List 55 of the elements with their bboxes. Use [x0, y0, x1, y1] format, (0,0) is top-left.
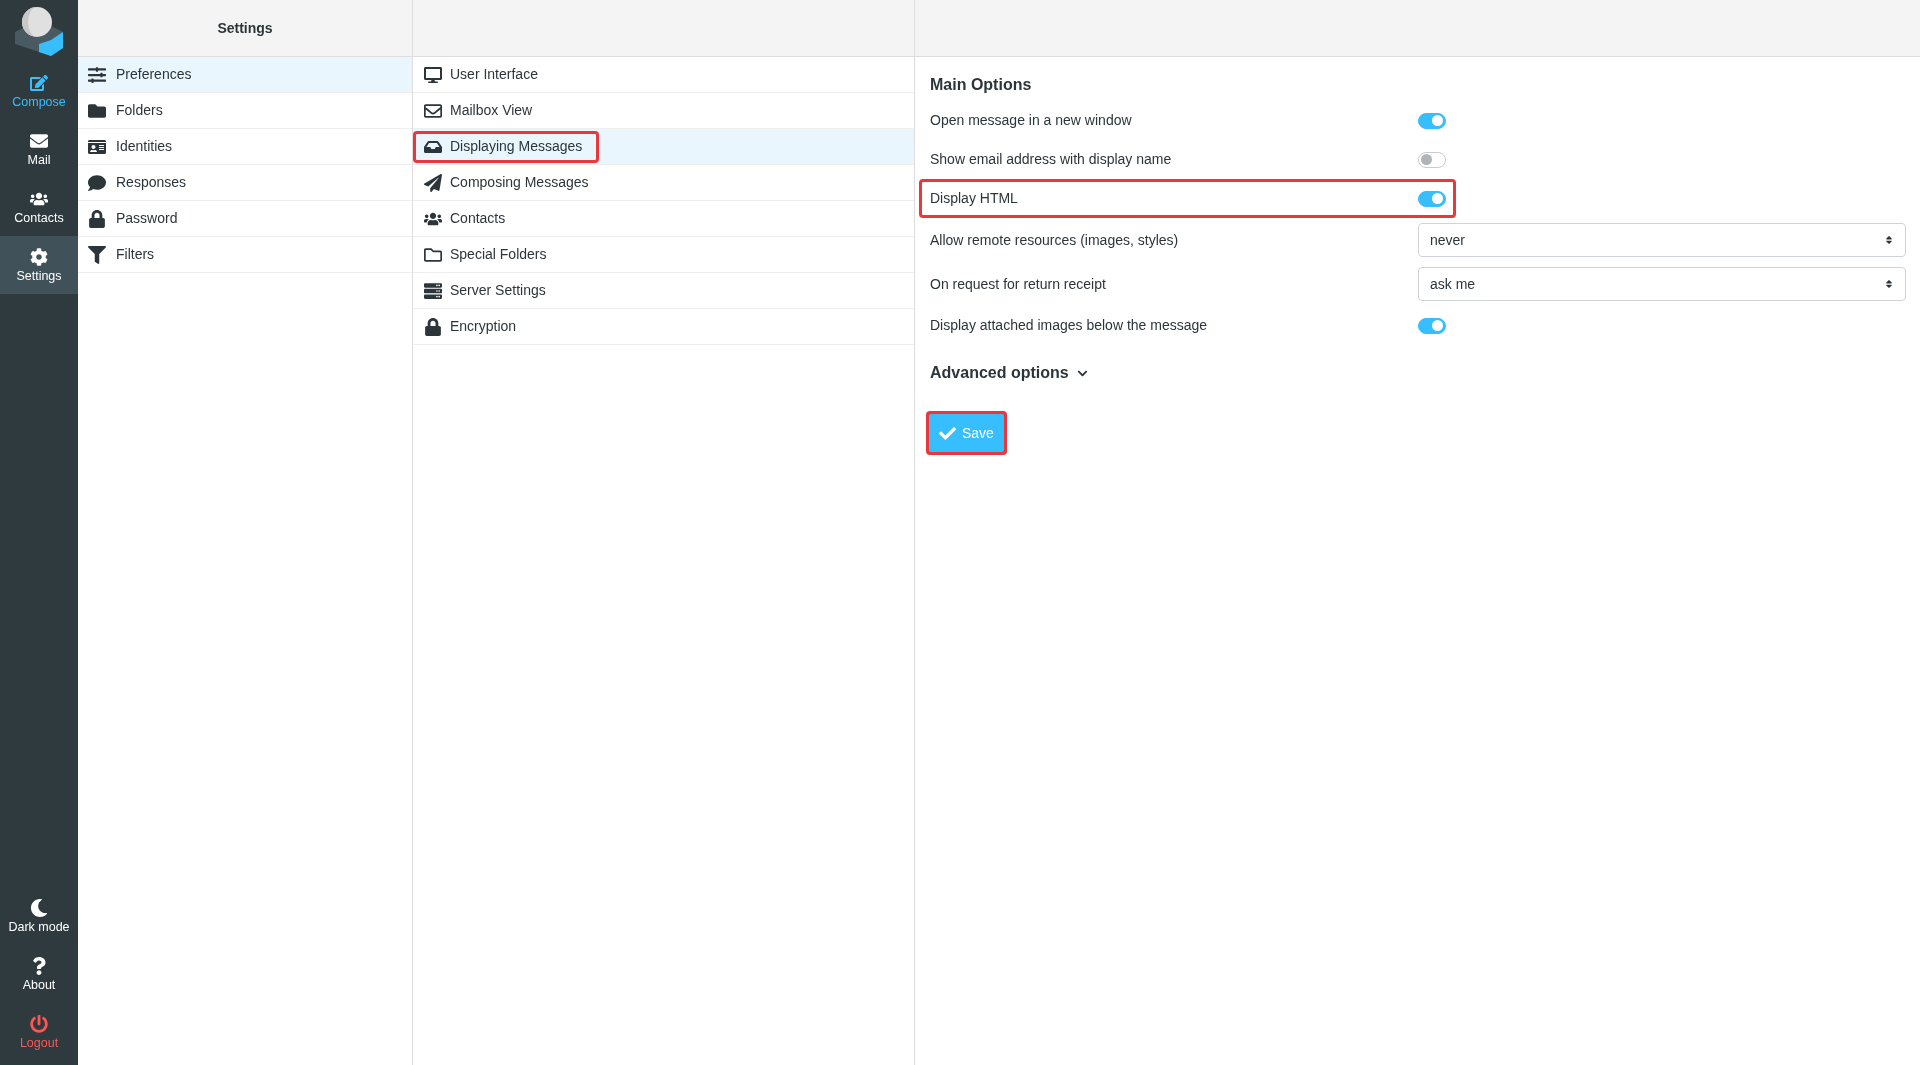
category-item[interactable]: Password — [78, 201, 412, 237]
folder-icon — [88, 101, 106, 120]
toggle-switch[interactable] — [1418, 190, 1446, 207]
id-card-icon — [88, 137, 106, 156]
toggle-switch[interactable] — [1418, 112, 1446, 129]
option-label: Show email address with display name — [930, 150, 1173, 169]
section-item[interactable]: Composing Messages — [413, 165, 914, 201]
nav-item[interactable]: Settings — [0, 236, 78, 294]
section-item[interactable]: Displaying Messages — [413, 129, 914, 165]
speech-bubble-icon — [88, 173, 106, 192]
toggle-switch[interactable] — [1418, 151, 1446, 168]
select-field[interactable]: ask me — [1418, 267, 1906, 301]
paper-plane-icon — [424, 173, 442, 192]
envelope-icon — [30, 131, 48, 150]
category-item[interactable]: Preferences — [78, 57, 412, 93]
server-icon — [424, 281, 442, 300]
settings-icon — [30, 247, 48, 266]
nav-item[interactable]: About — [0, 945, 78, 1003]
filter-icon — [88, 245, 106, 264]
section-item[interactable]: User Interface — [413, 57, 914, 93]
check-icon — [939, 424, 956, 442]
option-label: Open message in a new window — [930, 111, 1133, 130]
folder-icon — [424, 245, 442, 264]
toggle-switch[interactable] — [1418, 317, 1446, 334]
question-mark-icon — [30, 956, 48, 975]
moon-icon — [30, 898, 48, 917]
monitor-icon — [424, 65, 442, 84]
select-field[interactable]: never — [1418, 223, 1906, 257]
option-label: On request for return receipt — [930, 274, 1107, 294]
lock-icon — [88, 209, 106, 228]
advanced-options-toggle[interactable]: Advanced options — [930, 361, 1088, 385]
nav-item[interactable]: Logout — [0, 1003, 78, 1061]
section-heading: Main Options — [929, 75, 1033, 95]
nav-item[interactable]: Contacts — [0, 178, 78, 236]
category-item[interactable]: Responses — [78, 165, 412, 201]
nav-item[interactable]: Mail — [0, 120, 78, 178]
lock-icon — [424, 317, 442, 336]
panel-title: Settings — [217, 18, 273, 38]
sort-arrows-icon — [1884, 279, 1894, 289]
section-item[interactable]: Server Settings — [413, 273, 914, 309]
nav-item[interactable]: Compose — [0, 62, 78, 120]
category-item[interactable]: Identities — [78, 129, 412, 165]
nav-item[interactable]: Dark mode — [0, 887, 78, 945]
envelope-icon — [424, 101, 442, 120]
power-icon — [30, 1014, 48, 1033]
section-item[interactable]: Encryption — [413, 309, 914, 345]
category-item[interactable]: Filters — [78, 237, 412, 273]
option-label: Allow remote resources (images, styles) — [930, 230, 1180, 250]
option-label: Display HTML — [930, 189, 1019, 208]
sort-arrows-icon — [1884, 235, 1894, 245]
section-item[interactable]: Special Folders — [413, 237, 914, 273]
category-item[interactable]: Folders — [78, 93, 412, 129]
section-item[interactable]: Contacts — [413, 201, 914, 237]
option-label: Display attached images below the message — [930, 316, 1209, 335]
sliders-icon — [88, 65, 106, 84]
